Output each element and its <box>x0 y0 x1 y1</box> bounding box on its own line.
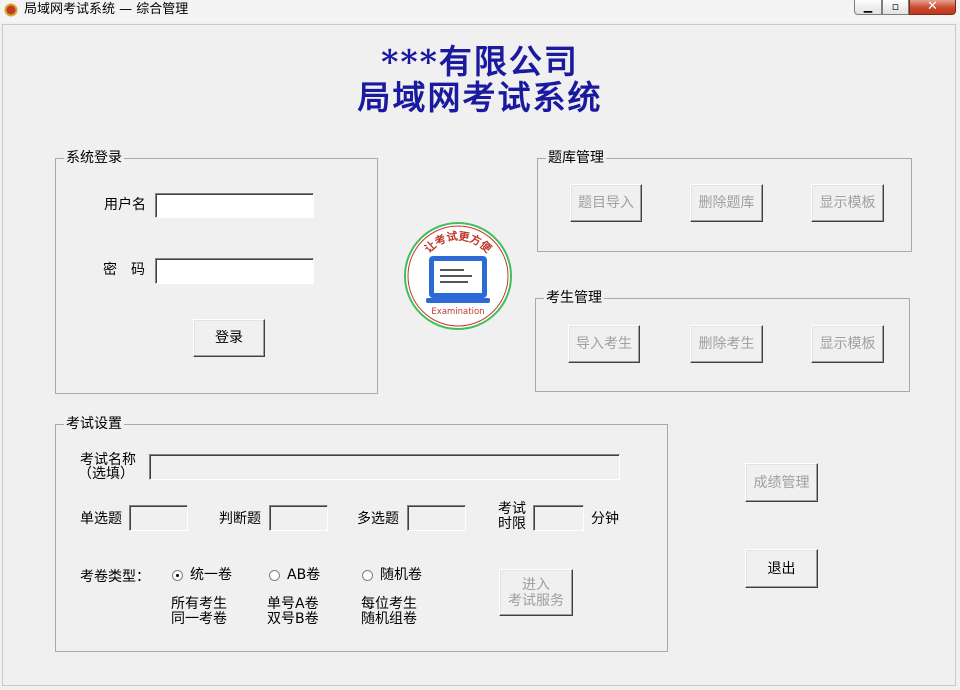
exam-name-input[interactable] <box>149 454 620 480</box>
exam-settings-group-title: 考试设置 <box>64 416 124 433</box>
enter-exam-service-line1: 进入 <box>522 576 550 593</box>
close-button[interactable]: ✕ <box>909 0 956 15</box>
enter-exam-service-button[interactable]: 进入 考试服务 <box>499 569 573 616</box>
title-bar[interactable]: 局域网考试系统 — 综合管理 ▁ ▫ ✕ <box>0 0 960 22</box>
company-title: ***有限公司 <box>381 42 579 81</box>
multi-choice-input[interactable] <box>407 505 466 531</box>
username-label: 用户名 <box>104 197 146 213</box>
paper-type-unified-desc-2: 同一考卷 <box>171 611 227 627</box>
window-controls: ▁ ▫ ✕ <box>854 0 958 16</box>
single-choice-input[interactable] <box>129 505 188 531</box>
login-group-title: 系统登录 <box>64 150 124 167</box>
username-input[interactable] <box>155 193 314 218</box>
maximize-button[interactable]: ▫ <box>882 0 909 15</box>
minimize-icon: ▁ <box>863 0 873 13</box>
time-limit-label-1: 考试 <box>498 501 526 517</box>
true-false-input[interactable] <box>269 505 328 531</box>
paper-type-label: 考卷类型： <box>80 569 150 585</box>
delete-examinees-button[interactable]: 删除考生 <box>690 325 763 363</box>
import-examinees-button[interactable]: 导入考生 <box>568 325 640 363</box>
multi-choice-label: 多选题 <box>357 511 399 527</box>
paper-type-random-desc: 每位考生 <box>361 596 417 612</box>
enter-exam-service-line2: 考试服务 <box>508 592 564 609</box>
paper-type-random-desc-2: 随机组卷 <box>361 611 417 627</box>
exam-name-optional-label: （选填） <box>78 466 134 482</box>
paper-type-random-label[interactable]: 随机卷 <box>380 567 422 583</box>
examination-logo: 让考试更方便 Examination <box>404 222 512 330</box>
login-button[interactable]: 登录 <box>193 319 265 357</box>
system-title: 局域网考试系统 <box>357 78 603 117</box>
paper-type-ab-radio[interactable] <box>269 570 280 581</box>
paper-type-unified-radio[interactable] <box>172 570 183 581</box>
logo-caption: Examination <box>431 307 484 317</box>
paper-type-ab-desc: 单号A卷 <box>267 596 319 612</box>
score-management-button[interactable]: 成绩管理 <box>745 463 818 502</box>
minimize-button[interactable]: ▁ <box>854 0 882 15</box>
paper-type-random-radio[interactable] <box>362 570 373 581</box>
maximize-icon: ▫ <box>891 0 900 13</box>
minutes-label: 分钟 <box>591 511 619 527</box>
window-title: 局域网考试系统 — 综合管理 <box>24 2 189 17</box>
paper-type-unified-desc: 所有考生 <box>171 596 227 612</box>
time-limit-label-2: 时限 <box>498 516 526 532</box>
delete-question-bank-button[interactable]: 删除题库 <box>690 184 763 222</box>
question-bank-group-title: 题库管理 <box>546 150 606 167</box>
app-icon <box>4 3 18 17</box>
examinee-group-title: 考生管理 <box>544 290 604 307</box>
import-questions-button[interactable]: 题目导入 <box>570 184 642 222</box>
show-question-template-button[interactable]: 显示模板 <box>811 184 884 222</box>
password-label: 密 码 <box>103 262 145 278</box>
true-false-label: 判断题 <box>219 511 261 527</box>
paper-type-ab-desc-2: 双号B卷 <box>267 611 319 627</box>
close-icon: ✕ <box>927 0 938 14</box>
paper-type-ab-label[interactable]: AB卷 <box>287 567 320 583</box>
show-examinee-template-button[interactable]: 显示模板 <box>811 325 884 363</box>
single-choice-label: 单选题 <box>80 511 122 527</box>
exit-button[interactable]: 退出 <box>745 549 818 588</box>
paper-type-unified-label[interactable]: 统一卷 <box>190 567 232 583</box>
time-limit-input[interactable] <box>533 505 584 531</box>
password-input[interactable] <box>155 258 314 284</box>
